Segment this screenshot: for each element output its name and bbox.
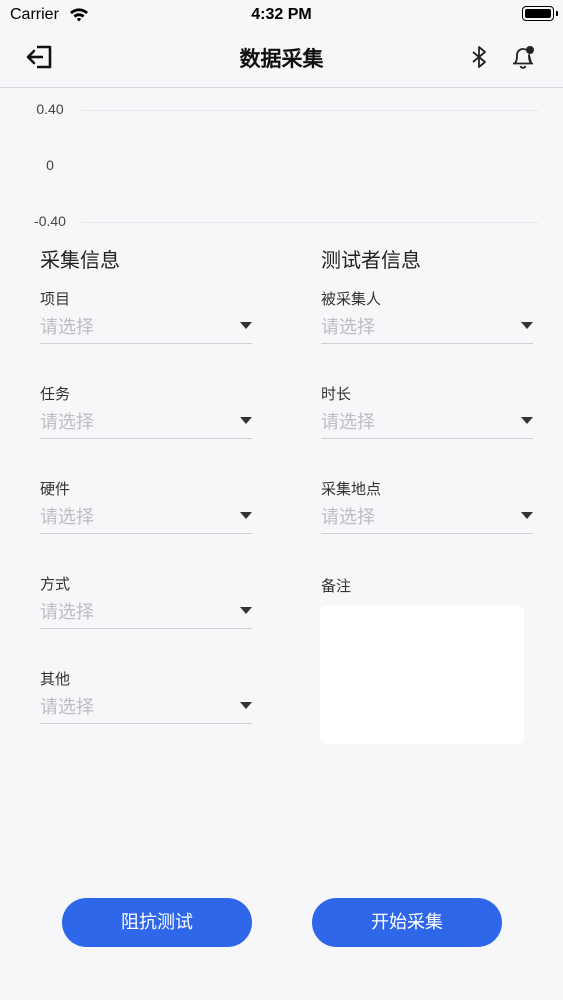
bluetooth-icon[interactable]	[465, 42, 495, 72]
field-label: 采集地点	[321, 480, 382, 498]
task-select[interactable]: 请选择	[40, 405, 252, 439]
note-label: 备注	[321, 577, 352, 595]
collection-section-title: 采集信息	[40, 248, 120, 272]
method-select[interactable]: 请选择	[40, 595, 252, 629]
impedance-test-button[interactable]: 阻抗测试	[62, 898, 252, 947]
field-label: 任务	[40, 385, 71, 403]
field-label: 其他	[40, 670, 71, 688]
duration-select[interactable]: 请选择	[321, 405, 533, 439]
gridline	[82, 222, 537, 223]
hardware-select[interactable]: 请选择	[40, 500, 252, 534]
project-select[interactable]: 请选择	[40, 310, 252, 344]
field-label: 时长	[321, 385, 352, 403]
dropdown-arrow-icon	[240, 512, 252, 519]
dropdown-arrow-icon	[521, 322, 533, 329]
task-field: 任务 请选择	[40, 383, 252, 463]
location-select[interactable]: 请选择	[321, 500, 533, 534]
field-label: 硬件	[40, 480, 71, 498]
dropdown-arrow-icon	[240, 417, 252, 424]
bell-notification-icon[interactable]	[508, 42, 538, 72]
start-collection-button[interactable]: 开始采集	[312, 898, 502, 947]
select-placeholder: 请选择	[40, 412, 94, 433]
select-placeholder: 请选择	[321, 412, 375, 433]
battery-icon	[522, 6, 558, 21]
signal-chart: 0.40 0 -0.40	[0, 92, 563, 232]
select-placeholder: 请选择	[321, 317, 375, 338]
select-placeholder: 请选择	[321, 507, 375, 528]
dropdown-arrow-icon	[521, 417, 533, 424]
y-tick-label: -0.40	[34, 213, 66, 229]
field-label: 被采集人	[321, 290, 382, 308]
subject-field: 被采集人 请选择	[321, 288, 533, 368]
nav-bar: 数据采集	[0, 30, 563, 88]
dropdown-arrow-icon	[240, 702, 252, 709]
tester-section-title: 测试者信息	[321, 248, 421, 272]
dropdown-arrow-icon	[240, 322, 252, 329]
subject-select[interactable]: 请选择	[321, 310, 533, 344]
select-placeholder: 请选择	[40, 317, 94, 338]
field-label: 方式	[40, 575, 71, 593]
other-select[interactable]: 请选择	[40, 690, 252, 724]
project-field: 项目 请选择	[40, 288, 252, 368]
method-field: 方式 请选择	[40, 573, 252, 653]
dropdown-arrow-icon	[240, 607, 252, 614]
y-tick-label: 0	[46, 157, 54, 173]
y-tick-label: 0.40	[36, 101, 64, 117]
dropdown-arrow-icon	[521, 512, 533, 519]
select-placeholder: 请选择	[40, 697, 94, 718]
field-label: 项目	[40, 290, 71, 308]
select-placeholder: 请选择	[40, 507, 94, 528]
note-textarea[interactable]	[320, 606, 524, 744]
location-field: 采集地点 请选择	[321, 478, 533, 558]
hardware-field: 硬件 请选择	[40, 478, 252, 558]
duration-field: 时长 请选择	[321, 383, 533, 463]
status-bar: Carrier 4:32 PM	[0, 0, 563, 30]
select-placeholder: 请选择	[40, 602, 94, 623]
other-field: 其他 请选择	[40, 668, 252, 748]
clock: 4:32 PM	[251, 6, 312, 23]
gridline	[82, 110, 537, 111]
